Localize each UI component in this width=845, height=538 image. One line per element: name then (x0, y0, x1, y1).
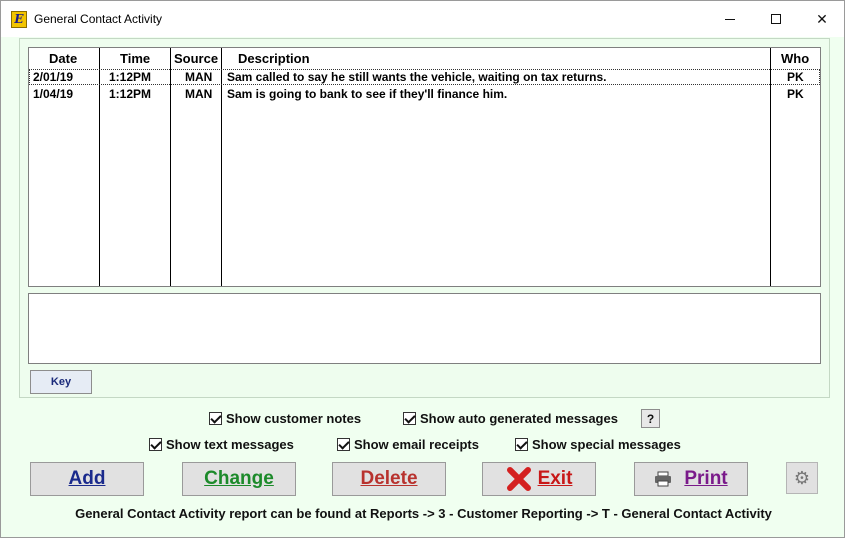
delete-button[interactable]: Delete (332, 462, 446, 496)
show-email-receipts-checkbox[interactable]: Show email receipts (337, 437, 479, 452)
app-icon: E (11, 11, 27, 28)
show-customer-notes-checkbox[interactable]: Show customer notes (209, 411, 361, 426)
general-contact-activity-window: E General Contact Activity ✕ Date Time S… (0, 0, 845, 538)
checkbox-label: Show customer notes (226, 411, 362, 426)
print-button-label: Print (684, 468, 728, 489)
minimize-icon (725, 18, 735, 20)
row-source: MAN (185, 70, 213, 84)
notes-textarea[interactable] (28, 293, 821, 364)
row-time: 1:12PM (109, 70, 152, 84)
checkbox-label: Show text messages (166, 437, 294, 452)
checkbox-label: Show special messages (532, 437, 681, 452)
checkbox-checked-icon[interactable] (403, 412, 416, 425)
checkbox-label: Show auto generated messages (420, 411, 618, 426)
row-who: PK (787, 87, 804, 101)
column-header-description[interactable]: Description (238, 51, 310, 66)
row-description: Sam called to say he still wants the veh… (227, 70, 607, 84)
report-location-note: General Contact Activity report can be f… (75, 506, 772, 521)
window-title: General Contact Activity (34, 12, 163, 26)
delete-button-label: Delete (360, 468, 418, 489)
change-button[interactable]: Change (182, 462, 296, 496)
table-row[interactable]: 1/04/19 1:12PM MAN Sam is going to bank … (29, 86, 820, 102)
column-header-time[interactable]: Time (120, 51, 150, 66)
column-header-source[interactable]: Source (174, 51, 218, 66)
activity-grid[interactable]: Date Time Source Description Who 2/01/19… (28, 47, 821, 287)
gear-icon: ⚙ (793, 467, 811, 488)
key-button[interactable]: Key (30, 370, 92, 394)
add-button-label: Add (68, 468, 106, 489)
add-button[interactable]: Add (30, 462, 144, 496)
row-date: 2/01/19 (33, 70, 74, 84)
show-text-messages-checkbox[interactable]: Show text messages (149, 437, 294, 452)
help-button[interactable]: ? (641, 409, 660, 428)
checkbox-checked-icon[interactable] (209, 412, 222, 425)
change-button-label: Change (204, 468, 274, 489)
settings-button[interactable]: ⚙ (786, 462, 818, 494)
row-source: MAN (185, 87, 213, 101)
maximize-button[interactable] (753, 1, 799, 37)
title-bar[interactable]: E General Contact Activity ✕ (1, 1, 844, 37)
minimize-button[interactable] (707, 1, 753, 37)
print-button[interactable]: Print (634, 462, 748, 496)
row-time: 1:12PM (109, 87, 152, 101)
close-button[interactable]: ✕ (799, 1, 845, 37)
exit-x-icon (506, 467, 531, 491)
column-header-date[interactable]: Date (49, 51, 77, 66)
row-who: PK (787, 70, 804, 84)
checkbox-checked-icon[interactable] (337, 438, 350, 451)
grid-header: Date Time Source Description Who (29, 48, 820, 68)
maximize-icon (771, 14, 781, 24)
column-header-who[interactable]: Who (781, 51, 809, 66)
show-auto-generated-checkbox[interactable]: Show auto generated messages (403, 411, 618, 426)
exit-button[interactable]: Exit (482, 462, 596, 496)
show-special-messages-checkbox[interactable]: Show special messages (515, 437, 681, 452)
checkbox-label: Show email receipts (354, 437, 479, 452)
table-row[interactable]: 2/01/19 1:12PM MAN Sam called to say he … (29, 69, 820, 85)
row-date: 1/04/19 (33, 87, 74, 101)
checkbox-checked-icon[interactable] (149, 438, 162, 451)
row-description: Sam is going to bank to see if they'll f… (227, 87, 508, 101)
exit-button-label: Exit (537, 468, 573, 489)
printer-icon (655, 471, 672, 487)
checkbox-checked-icon[interactable] (515, 438, 528, 451)
close-icon: ✕ (816, 10, 828, 27)
